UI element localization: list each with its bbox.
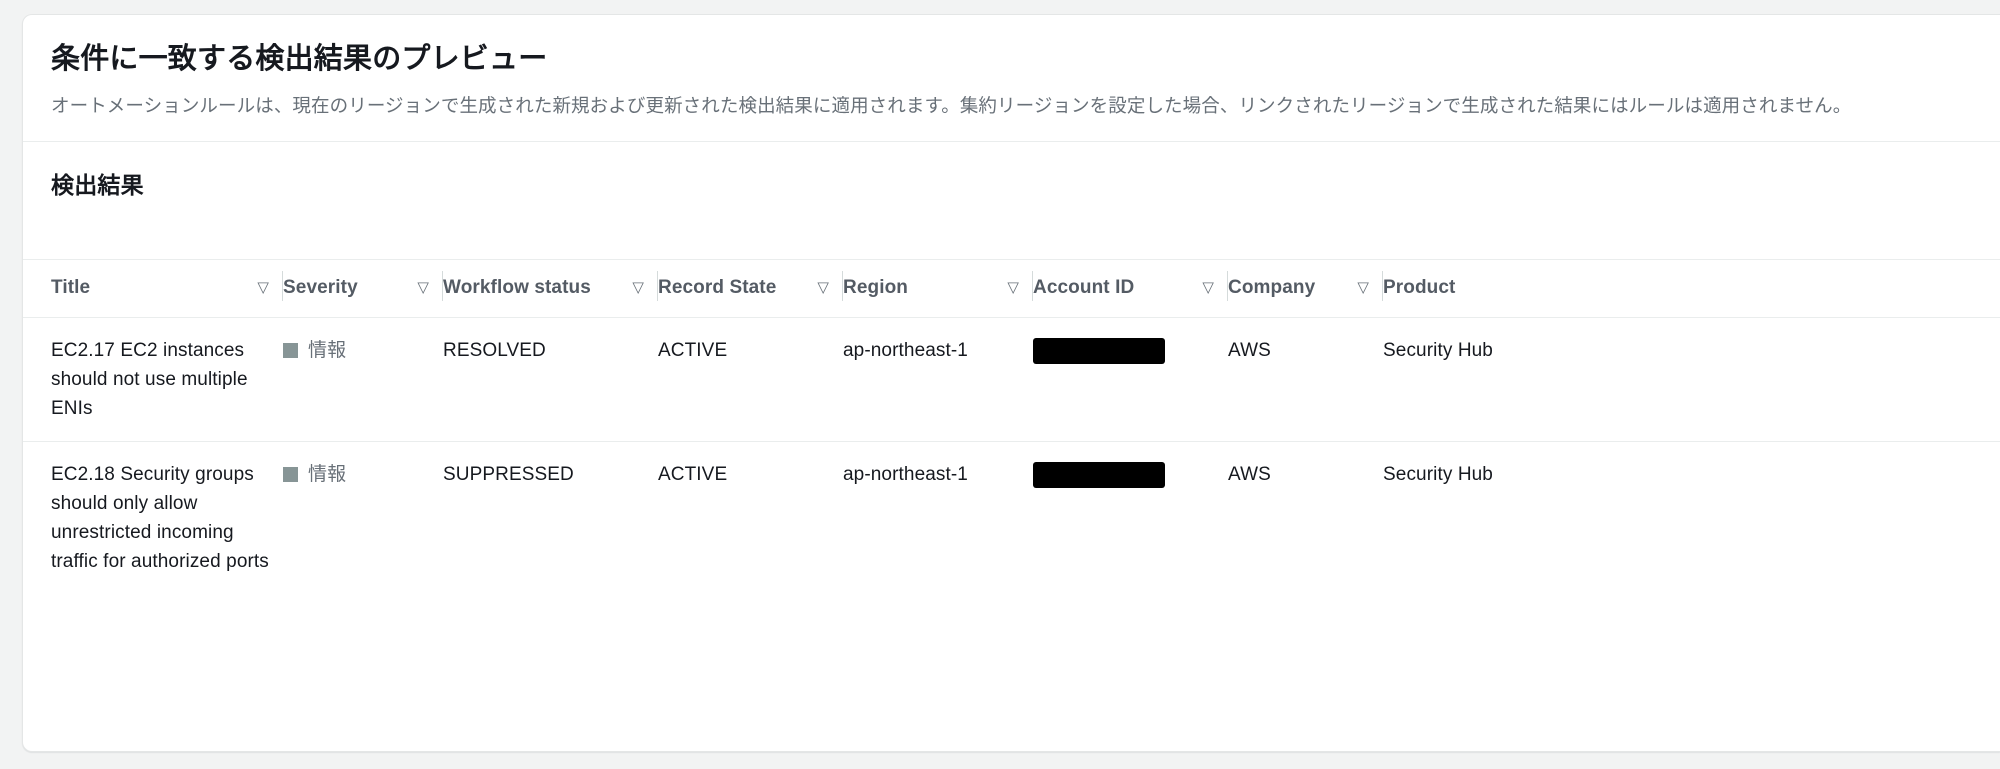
cell-account-id [1033, 317, 1228, 442]
sort-descending-icon[interactable]: ▽ [1202, 280, 1214, 295]
column-header-label: Record State [658, 276, 777, 298]
column-header-title[interactable]: Title ▽ [23, 259, 283, 318]
cell-spacer [1573, 317, 2000, 442]
preview-panel-card: 条件に一致する検出結果のプレビュー オートメーションルールは、現在のリージョンで… [22, 14, 2000, 752]
table-header-row: Title ▽ Severity ▽ Workflow status ▽ Rec… [23, 259, 2000, 318]
severity-label: 情報 [308, 464, 347, 485]
cell-product: Security Hub [1383, 464, 1493, 485]
column-header-label: Severity [283, 276, 358, 298]
column-header-company[interactable]: Company ▽ [1228, 259, 1383, 318]
column-header-severity[interactable]: Severity ▽ [283, 259, 443, 318]
panel-header: 条件に一致する検出結果のプレビュー オートメーションルールは、現在のリージョンで… [23, 15, 2000, 141]
panel-description: オートメーションルールは、現在のリージョンで生成された新規および更新された検出結… [51, 95, 1852, 116]
sort-descending-icon[interactable]: ▽ [1357, 280, 1369, 295]
column-header-workflow-status[interactable]: Workflow status ▽ [443, 259, 658, 318]
sort-descending-icon[interactable]: ▽ [257, 280, 269, 295]
cell-spacer [1573, 442, 2000, 595]
cell-title: EC2.18 Security groups should only allow… [51, 464, 269, 572]
column-header-label: Account ID [1033, 276, 1135, 298]
table-body: EC2.17 EC2 instances should not use mult… [23, 317, 2000, 595]
severity-informational-icon [283, 467, 298, 482]
table-row[interactable]: EC2.18 Security groups should only allow… [23, 442, 2000, 595]
account-id-redaction-bar [1033, 337, 1165, 364]
cell-product: Security Hub [1383, 317, 1573, 442]
findings-heading: 検出結果 [51, 172, 144, 198]
page-root: 条件に一致する検出結果のプレビュー オートメーションルールは、現在のリージョンで… [0, 0, 2000, 769]
column-header-spacer [1573, 259, 2000, 318]
column-header-label: Workflow status [443, 276, 591, 298]
cell-workflow-status: RESOLVED [443, 317, 658, 442]
column-header-label: Title [51, 276, 91, 298]
cell-record-state: ACTIVE [658, 317, 843, 442]
column-header-account-id[interactable]: Account ID ▽ [1033, 259, 1228, 318]
sort-descending-icon[interactable]: ▽ [1007, 280, 1019, 295]
severity-informational-icon [283, 343, 298, 358]
column-header-label: Product [1383, 276, 1456, 298]
cell-severity: 情報 [283, 442, 443, 595]
column-header-label: Company [1228, 276, 1316, 298]
cell-region: ap-northeast-1 [843, 464, 968, 485]
cell-company: AWS [1228, 317, 1383, 442]
cell-title: EC2.17 EC2 instances should not use mult… [23, 317, 283, 442]
column-header-label: Region [843, 276, 908, 298]
sort-descending-icon[interactable]: ▽ [817, 280, 829, 295]
column-header-region[interactable]: Region ▽ [843, 259, 1033, 318]
cell-company: AWS [1228, 464, 1271, 485]
column-header-product[interactable]: Product [1383, 259, 1573, 318]
table-row[interactable]: EC2.17 EC2 instances should not use mult… [23, 317, 2000, 442]
findings-section: 検出結果 [23, 142, 2000, 259]
findings-table: Title ▽ Severity ▽ Workflow status ▽ Rec… [23, 259, 2000, 594]
cell-region: ap-northeast-1 [843, 317, 1033, 442]
cell-workflow-status: SUPPRESSED [443, 464, 574, 485]
account-id-redaction-bar [1033, 461, 1165, 488]
cell-severity: 情報 [283, 317, 443, 442]
cell-record-state: ACTIVE [658, 464, 728, 485]
page-title: 条件に一致する検出結果のプレビュー [51, 43, 548, 75]
cell-account-id [1033, 442, 1228, 595]
sort-descending-icon[interactable]: ▽ [417, 280, 429, 295]
severity-label: 情報 [308, 340, 347, 361]
column-header-record-state[interactable]: Record State ▽ [658, 259, 843, 318]
sort-descending-icon[interactable]: ▽ [632, 280, 644, 295]
